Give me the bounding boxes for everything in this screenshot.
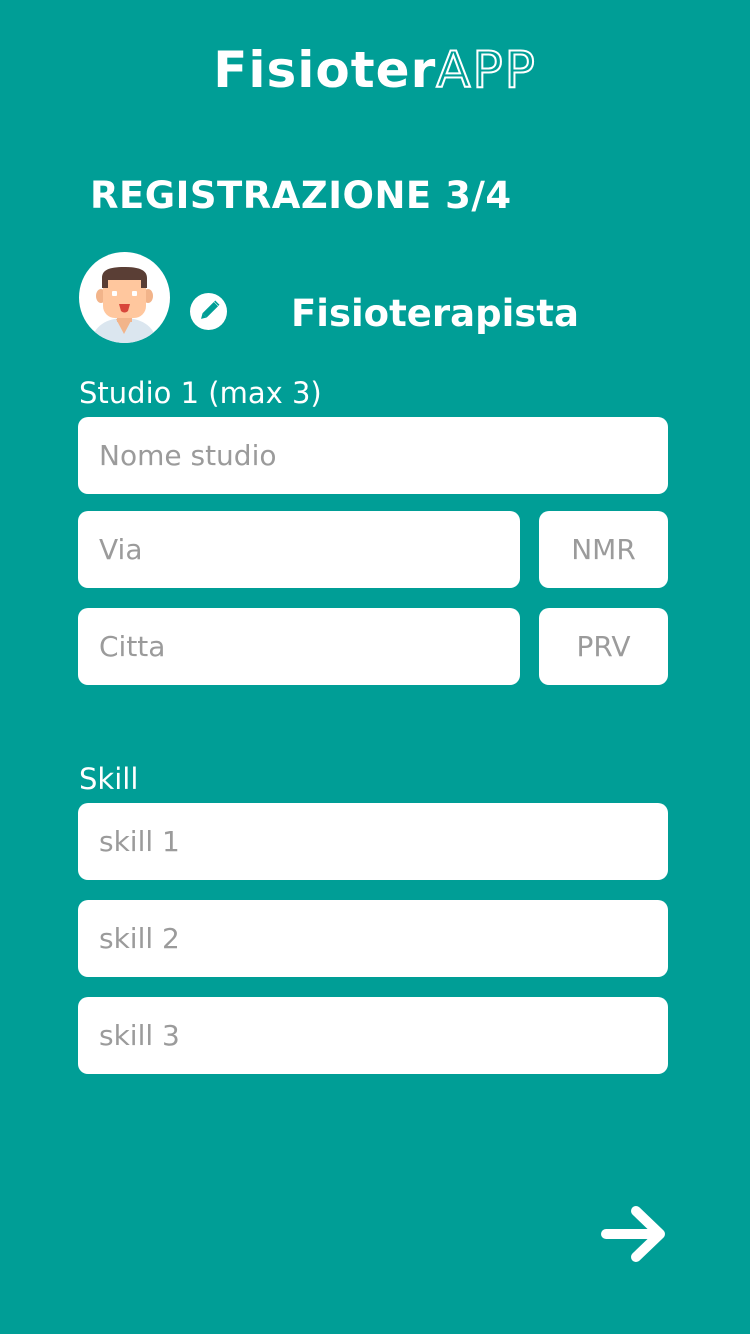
pencil-icon	[201, 300, 220, 319]
skill-2-input[interactable]	[78, 900, 668, 977]
city-input[interactable]	[78, 608, 520, 685]
page-title: REGISTRAZIONE 3/4	[90, 174, 512, 217]
skill-1-input[interactable]	[78, 803, 668, 880]
edit-avatar-button[interactable]	[190, 293, 227, 330]
skill-section-label: Skill	[79, 762, 139, 796]
arrow-right-icon	[601, 1206, 665, 1262]
next-button[interactable]	[600, 1203, 668, 1265]
avatar[interactable]	[79, 252, 170, 343]
logo-bold-text: Fisioter	[213, 41, 437, 99]
studio-section-label: Studio 1 (max 3)	[79, 376, 322, 410]
province-input[interactable]	[539, 608, 668, 685]
street-input[interactable]	[78, 511, 520, 588]
app-logo: FisioterAPP	[0, 38, 750, 102]
avatar-icon	[91, 267, 157, 343]
studio-name-input[interactable]	[78, 417, 668, 494]
logo-outline-text: APP	[435, 40, 537, 100]
skill-3-input[interactable]	[78, 997, 668, 1074]
user-role: Fisioterapista	[291, 292, 579, 335]
street-number-input[interactable]	[539, 511, 668, 588]
